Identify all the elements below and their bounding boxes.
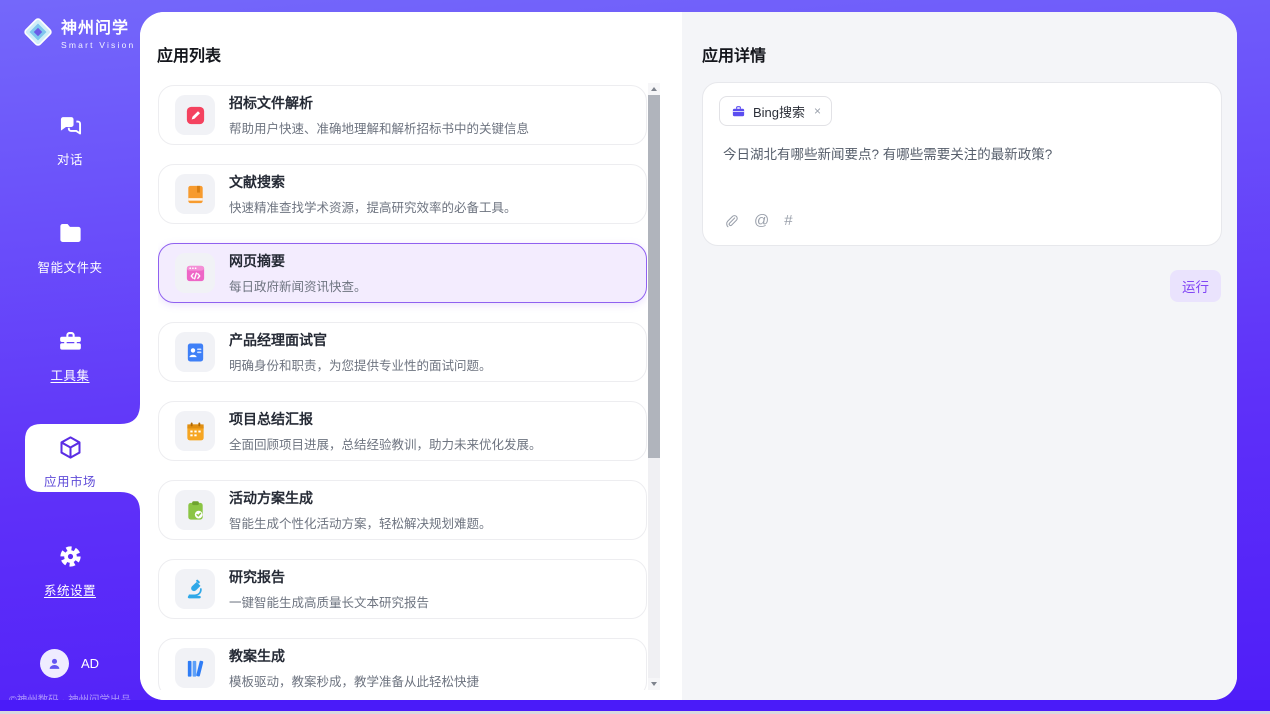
app-card-desc: 明确身份和职责，为您提供专业性的面试问题。 <box>229 355 492 374</box>
app-card-web-summary[interactable]: 网页摘要 每日政府新闻资讯快查。 <box>158 243 647 303</box>
app-card-title: 研究报告 <box>229 567 429 587</box>
app-card-title: 活动方案生成 <box>229 488 492 508</box>
user-initials: AD <box>81 656 99 671</box>
app-card-literature-search[interactable]: 文献搜索 快速精准查找学术资源，提高研究效率的必备工具。 <box>158 164 647 224</box>
clipboard-check-icon <box>175 490 215 530</box>
composer-toolbar: @ # <box>723 212 793 229</box>
sidebar-item-smart-folder[interactable]: 智能文件夹 <box>0 220 140 276</box>
app-card-project-summary[interactable]: 项目总结汇报 全面回顾项目进展，总结经验教训，助力未来优化发展。 <box>158 401 647 461</box>
mention-at-icon[interactable]: @ <box>754 212 769 229</box>
sidebar-item-label: 智能文件夹 <box>0 257 140 276</box>
app-logo: 神州问学 Smart Vision <box>22 14 135 50</box>
content-wrapper: 应用列表 招标文件解析 帮助用户快速、准确地理解和解析招标书中的关键信息 <box>140 12 1237 700</box>
topic-hash-icon[interactable]: # <box>784 212 792 229</box>
sidebar-item-label: 系统设置 <box>0 580 140 599</box>
app-card-desc: 全面回顾项目进展，总结经验教训，助力未来优化发展。 <box>229 434 542 453</box>
sidebar: 神州问学 Smart Vision 对话 智能文件夹 <box>0 0 140 714</box>
scrollbar-thumb[interactable] <box>648 95 660 458</box>
microscope-icon <box>175 569 215 609</box>
brand-gem-icon <box>22 16 54 48</box>
scrollbar-up-arrow-icon[interactable] <box>648 83 660 95</box>
sidebar-item-label: 应用市场 <box>0 471 140 490</box>
app-card-title: 网页摘要 <box>229 251 367 271</box>
app-card-desc: 每日政府新闻资讯快查。 <box>229 276 367 295</box>
sidebar-item-settings[interactable]: 系统设置 <box>0 543 140 599</box>
prompt-text[interactable]: 今日湖北有哪些新闻要点? 有哪些需要关注的最新政策? <box>723 145 1203 165</box>
cube-icon <box>57 434 84 461</box>
gear-icon <box>57 543 84 570</box>
app-card-title: 文献搜索 <box>229 172 517 192</box>
app-card-desc: 帮助用户快速、准确地理解和解析招标书中的关键信息 <box>229 118 529 137</box>
app-card-desc: 模板驱动，教案秒成，教学准备从此轻松快捷 <box>229 671 479 690</box>
run-button[interactable]: 运行 <box>1170 270 1221 302</box>
sidebar-item-app-market[interactable]: 应用市场 <box>0 434 140 490</box>
book-icon <box>175 174 215 214</box>
browser-code-icon <box>175 253 215 293</box>
calendar-icon <box>175 411 215 451</box>
attachment-paperclip-icon[interactable] <box>723 213 739 229</box>
briefcase-icon <box>731 104 746 119</box>
app-list-title: 应用列表 <box>157 42 221 66</box>
user-account[interactable]: AD <box>40 649 99 678</box>
tool-chip-bing-search[interactable]: Bing搜索 × <box>719 96 832 126</box>
app-card-pm-interviewer[interactable]: 产品经理面试官 明确身份和职责，为您提供专业性的面试问题。 <box>158 322 647 382</box>
app-detail-title: 应用详情 <box>702 42 766 66</box>
chip-close-icon[interactable]: × <box>812 104 821 118</box>
sidebar-item-label: 工具集 <box>0 365 140 384</box>
tool-chip-label: Bing搜索 <box>753 102 805 121</box>
prompt-composer[interactable]: Bing搜索 × 今日湖北有哪些新闻要点? 有哪些需要关注的最新政策? @ # <box>702 82 1222 246</box>
scrollbar-down-arrow-icon[interactable] <box>648 678 660 690</box>
toolbox-icon <box>57 328 84 355</box>
sidebar-item-toolset[interactable]: 工具集 <box>0 328 140 384</box>
app-list: 招标文件解析 帮助用户快速、准确地理解和解析招标书中的关键信息 文献搜索 快速精… <box>158 85 647 690</box>
brand-subtitle: Smart Vision <box>61 40 135 50</box>
app-card-title: 项目总结汇报 <box>229 409 542 429</box>
sidebar-item-label: 对话 <box>0 149 140 168</box>
app-list-panel: 应用列表 招标文件解析 帮助用户快速、准确地理解和解析招标书中的关键信息 <box>140 12 682 700</box>
app-card-desc: 智能生成个性化活动方案，轻松解决规划难题。 <box>229 513 492 532</box>
brand-name: 神州问学 <box>61 14 135 38</box>
books-icon <box>175 648 215 688</box>
app-card-research-report[interactable]: 研究报告 一键智能生成高质量长文本研究报告 <box>158 559 647 619</box>
app-card-lesson-plan[interactable]: 教案生成 模板驱动，教案秒成，教学准备从此轻松快捷 <box>158 638 647 690</box>
chat-icon <box>57 112 84 139</box>
avatar <box>40 649 69 678</box>
bottom-bar <box>0 700 1270 711</box>
sidebar-item-chat[interactable]: 对话 <box>0 112 140 168</box>
app-card-title: 产品经理面试官 <box>229 330 492 350</box>
list-scrollbar[interactable] <box>648 83 660 690</box>
app-card-activity-plan[interactable]: 活动方案生成 智能生成个性化活动方案，轻松解决规划难题。 <box>158 480 647 540</box>
app-card-desc: 一键智能生成高质量长文本研究报告 <box>229 592 429 611</box>
brand-text: 神州问学 Smart Vision <box>61 14 135 50</box>
bid-document-edit-icon <box>175 95 215 135</box>
folder-icon <box>57 220 84 247</box>
app-card-title: 招标文件解析 <box>229 93 529 113</box>
app-detail-panel: 应用详情 Bing搜索 × 今日湖北有哪些新闻要点? 有哪些需要关注的最新政策? <box>682 12 1237 700</box>
app-card-desc: 快速精准查找学术资源，提高研究效率的必备工具。 <box>229 197 517 216</box>
app-card-title: 教案生成 <box>229 646 479 666</box>
app-card-bid-parse[interactable]: 招标文件解析 帮助用户快速、准确地理解和解析招标书中的关键信息 <box>158 85 647 145</box>
person-document-icon <box>175 332 215 372</box>
